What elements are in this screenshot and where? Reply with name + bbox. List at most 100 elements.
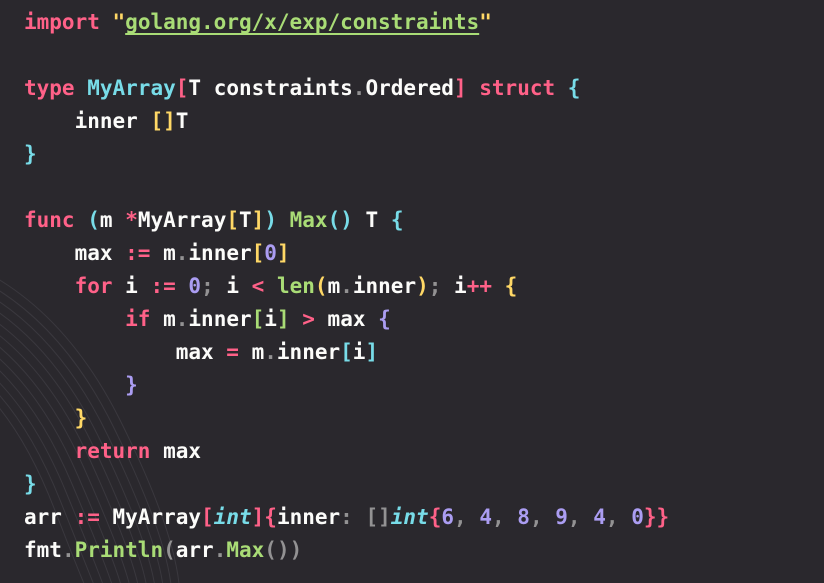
code-token: ; bbox=[201, 274, 214, 298]
code-token: 4 bbox=[593, 505, 606, 529]
code-token: [ bbox=[175, 76, 189, 100]
code-token: m bbox=[238, 340, 265, 364]
code-token: ( bbox=[314, 274, 328, 298]
code-token: Max bbox=[226, 538, 265, 562]
code-line: for i := 0; i < len(m.inner); i++ { bbox=[24, 270, 669, 303]
code-token: MyArray bbox=[137, 208, 227, 232]
code-token: ( bbox=[87, 208, 100, 232]
code-token: inner bbox=[276, 505, 341, 529]
code-token: Println bbox=[74, 538, 164, 562]
code-token: inner bbox=[352, 274, 417, 298]
code-token: [] bbox=[365, 505, 391, 529]
code-token: arr bbox=[175, 538, 214, 562]
code-token: max bbox=[314, 307, 379, 331]
code-token: m bbox=[150, 307, 176, 331]
code-token: max bbox=[24, 340, 227, 364]
code-token: . bbox=[340, 274, 353, 298]
code-token: . bbox=[213, 538, 227, 562]
code-token: ] bbox=[276, 241, 290, 265]
code-token: Ordered bbox=[365, 76, 454, 100]
code-line: fmt.Println(arr.Max()) bbox=[24, 534, 669, 567]
code-token: , bbox=[567, 505, 581, 529]
code-token: } bbox=[24, 472, 37, 496]
code-editor[interactable]: import "golang.org/x/exp/constraints" ty… bbox=[24, 6, 669, 567]
code-token: max bbox=[150, 439, 202, 463]
code-token: 6 bbox=[441, 505, 455, 529]
code-token: , bbox=[529, 505, 543, 529]
code-token: [ bbox=[201, 505, 214, 529]
code-token: := bbox=[74, 505, 100, 529]
code-token: inner bbox=[188, 307, 252, 331]
code-token: int bbox=[390, 505, 429, 529]
code-token: [ bbox=[226, 208, 240, 232]
code-line: return max bbox=[24, 435, 669, 468]
code-token: func bbox=[24, 208, 75, 232]
code-token: i bbox=[112, 274, 151, 298]
code-line: func (m *MyArray[T]) Max() T { bbox=[24, 204, 669, 237]
code-line: type MyArray[T constraints.Ordered] stru… bbox=[24, 72, 669, 105]
code-token: 0 bbox=[631, 505, 644, 529]
code-token: . bbox=[175, 307, 189, 331]
code-token: [ bbox=[340, 340, 353, 364]
code-token: " bbox=[112, 10, 126, 34]
code-token: { bbox=[390, 208, 404, 232]
code-token: . bbox=[352, 76, 366, 100]
code-token: ] bbox=[453, 76, 467, 100]
code-token: ] bbox=[276, 307, 290, 331]
code-line: if m.inner[i] > max { bbox=[24, 303, 669, 336]
code-token: 0 bbox=[264, 241, 277, 265]
code-token: := bbox=[150, 274, 176, 298]
code-token: . bbox=[264, 340, 277, 364]
code-line: max := m.inner[0] bbox=[24, 237, 669, 270]
code-token: ] bbox=[251, 208, 265, 232]
code-token: 8 bbox=[517, 505, 530, 529]
code-token: golang.org/x/exp/constraints bbox=[125, 10, 480, 34]
code-token: import bbox=[24, 10, 100, 34]
code-token: for bbox=[74, 274, 113, 298]
code-token: max bbox=[24, 241, 126, 265]
code-token: ] bbox=[365, 340, 379, 364]
code-token: }} bbox=[643, 505, 670, 529]
code-token: return bbox=[74, 439, 151, 463]
code-token: m bbox=[150, 241, 176, 265]
code-token: } bbox=[74, 406, 88, 430]
code-token: [ bbox=[251, 307, 265, 331]
code-token: ] bbox=[251, 505, 265, 529]
code-token: T constraints bbox=[188, 76, 353, 100]
code-token: i bbox=[441, 274, 467, 298]
code-token: . bbox=[61, 538, 75, 562]
code-token: m bbox=[99, 208, 126, 232]
code-line: max = m.inner[i] bbox=[24, 336, 669, 369]
code-token: { bbox=[567, 76, 581, 100]
code-token: MyArray bbox=[87, 76, 176, 100]
code-token: . bbox=[175, 241, 189, 265]
code-token: int bbox=[213, 505, 252, 529]
code-token: len bbox=[276, 274, 315, 298]
code-token: > bbox=[302, 307, 315, 331]
code-token: if bbox=[125, 307, 151, 331]
code-token: : bbox=[340, 505, 353, 529]
code-token: T bbox=[175, 109, 189, 133]
code-token: ( bbox=[163, 538, 176, 562]
code-token: arr bbox=[24, 505, 75, 529]
code-token: struct bbox=[479, 76, 556, 100]
code-line: import "golang.org/x/exp/constraints" bbox=[24, 6, 669, 39]
code-token: Max bbox=[289, 208, 328, 232]
code-token: i bbox=[264, 307, 277, 331]
code-token: , bbox=[605, 505, 619, 529]
code-token: , bbox=[454, 505, 467, 529]
code-token: } bbox=[24, 142, 37, 166]
